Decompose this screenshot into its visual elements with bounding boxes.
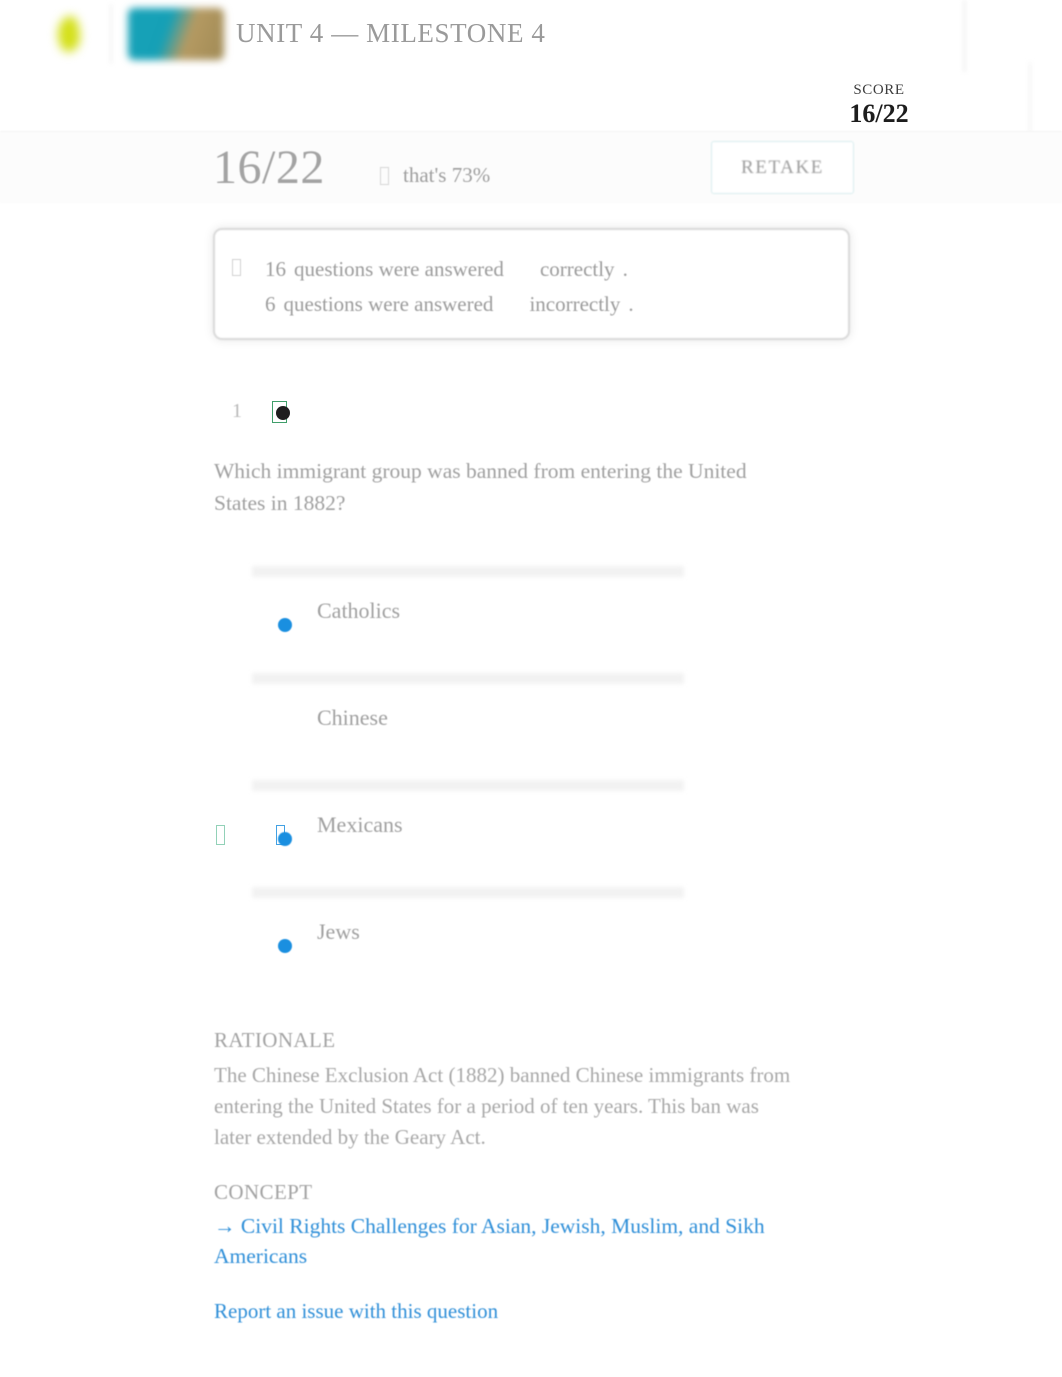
option-divider-bar: [252, 673, 684, 684]
incorrect-count: 6: [265, 291, 276, 316]
panel-edge: [1029, 62, 1062, 134]
question-number: 1: [232, 400, 242, 422]
percent-row: that's 73%: [380, 163, 490, 188]
percent-badge-icon: [380, 166, 389, 185]
option-radio-dot[interactable]: [278, 832, 292, 846]
course-thumbnail-icon: [128, 8, 224, 60]
milestone-results-page: UNIT 4 — MILESTONE 4 SCORE 16/22 16/22 t…: [0, 0, 1062, 1377]
concept-link[interactable]: → Civil Rights Challenges for Asian, Jew…: [214, 1212, 794, 1271]
correct-period: .: [622, 257, 628, 281]
score-panel: SCORE 16/22: [814, 82, 944, 128]
percent-text: that's 73%: [403, 163, 491, 187]
score-label: SCORE: [853, 82, 905, 98]
header-divider: [110, 4, 112, 64]
question-text: Which immigrant group was banned from en…: [214, 459, 747, 515]
option-label: Jews: [317, 919, 360, 944]
option-divider-bar: [252, 780, 684, 791]
info-icon-spacer: [232, 294, 241, 311]
option-radio-dot[interactable]: [278, 618, 292, 632]
incorrect-adverb: incorrectly: [529, 291, 621, 316]
correct-count: 16: [265, 257, 286, 281]
answer-option-mexicans[interactable]: Mexicans: [214, 774, 834, 881]
page-title: UNIT 4 — MILESTONE 4: [236, 18, 546, 48]
option-radio-dot[interactable]: [278, 939, 292, 953]
incorrect-sentence: questions were answered: [283, 291, 494, 316]
incorrect-summary-line: 6 questions were answered incorrectly .: [232, 287, 832, 322]
correct-summary-line: 16 questions were answered correctly .: [232, 252, 832, 287]
answer-option-chinese[interactable]: Chinese: [214, 667, 834, 845]
option-divider-bar: [252, 566, 684, 577]
question-header: 1: [232, 400, 290, 423]
score-value: 16/22: [849, 98, 909, 128]
correct-sentence: questions were answered: [294, 257, 504, 281]
option-label: Mexicans: [317, 812, 403, 837]
report-issue-link[interactable]: Report an issue with this question: [214, 1299, 498, 1324]
correct-adverb: correctly: [539, 257, 615, 281]
info-icon: [232, 259, 241, 276]
top-header-bar: UNIT 4 — MILESTONE 4: [0, 0, 1062, 72]
answer-option-jews[interactable]: Jews: [214, 881, 834, 988]
option-divider-bar: [252, 887, 684, 898]
rationale-text: The Chinese Exclusion Act (1882) banned …: [214, 1063, 791, 1149]
rationale-heading: RATIONALE: [214, 1028, 336, 1052]
answer-options-list: Catholics Chinese Mexicans Jews: [214, 560, 834, 988]
incorrect-period: .: [628, 291, 634, 316]
question-status-icon: [272, 400, 290, 423]
option-label: Catholics: [317, 598, 401, 623]
summary-strip: [0, 131, 1062, 203]
answer-option-catholics[interactable]: Catholics: [214, 560, 834, 667]
option-label: Chinese: [317, 705, 388, 730]
results-summary-content: 16 questions were answered correctly . 6…: [232, 252, 832, 321]
logo-leaf-icon[interactable]: [48, 10, 92, 58]
concept-heading: CONCEPT: [214, 1180, 313, 1204]
retake-button[interactable]: RETAKE: [711, 141, 854, 194]
header-vertical-rule: [963, 0, 966, 72]
summary-score: 16/22: [213, 141, 325, 194]
